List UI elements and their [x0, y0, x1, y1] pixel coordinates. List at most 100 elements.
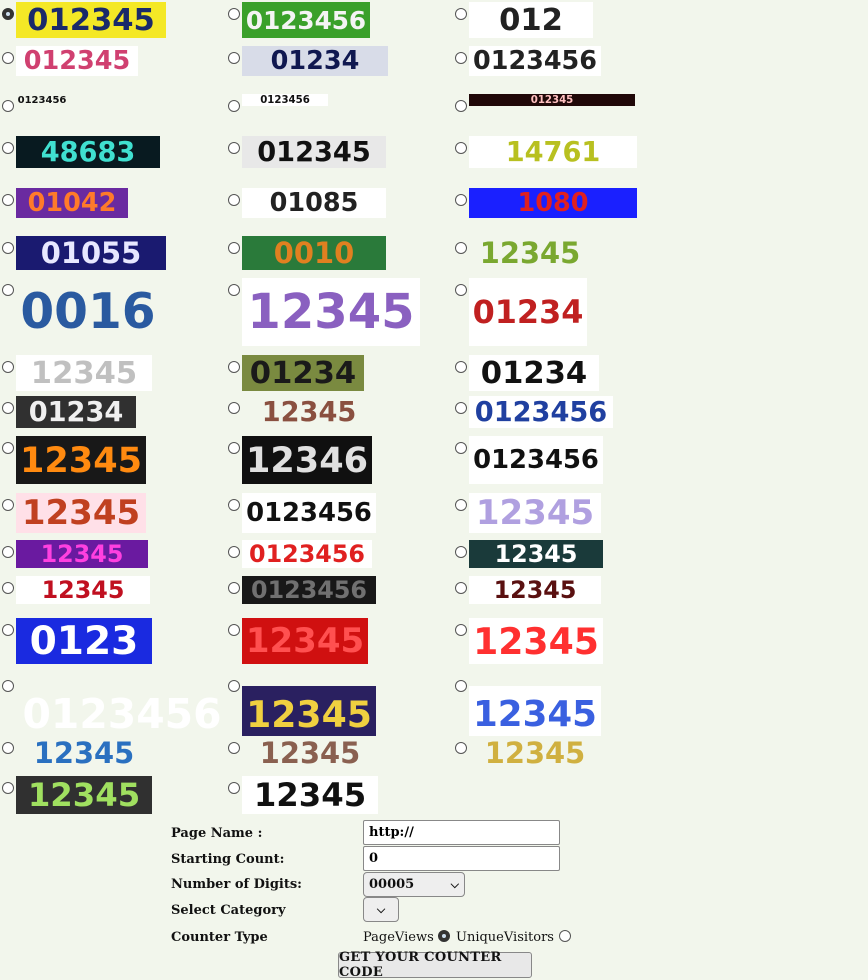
- style-radio[interactable]: [228, 361, 240, 373]
- digits-select[interactable]: 00005 ⌵: [363, 872, 465, 897]
- style-radio[interactable]: [228, 194, 240, 206]
- style-radio[interactable]: [2, 8, 14, 20]
- counter-style-preview[interactable]: 1080: [469, 188, 637, 218]
- style-radio[interactable]: [455, 680, 467, 692]
- style-radio[interactable]: [2, 100, 14, 112]
- style-radio[interactable]: [228, 582, 240, 594]
- counter-style-preview[interactable]: 01234: [469, 278, 587, 346]
- style-radio[interactable]: [228, 742, 240, 754]
- style-radio[interactable]: [2, 242, 14, 254]
- counter-style-preview[interactable]: 12345: [469, 236, 591, 270]
- style-radio[interactable]: [455, 742, 467, 754]
- style-radio[interactable]: [2, 782, 14, 794]
- style-radio[interactable]: [455, 361, 467, 373]
- counter-style-preview[interactable]: 0123456: [469, 396, 613, 428]
- counter-style-preview[interactable]: 01234: [242, 46, 388, 76]
- counter-style-preview[interactable]: 01234: [242, 355, 364, 391]
- style-radio[interactable]: [455, 402, 467, 414]
- counter-style-preview[interactable]: 12345: [242, 618, 368, 664]
- counter-style-preview[interactable]: 14761: [469, 136, 637, 168]
- counter-style-preview[interactable]: 0123456: [469, 436, 603, 484]
- page-name-input[interactable]: [363, 820, 560, 845]
- counter-style-preview[interactable]: 0010: [242, 236, 386, 270]
- style-radio[interactable]: [228, 8, 240, 20]
- style-radio[interactable]: [2, 142, 14, 154]
- style-radio[interactable]: [2, 52, 14, 64]
- style-radio[interactable]: [455, 442, 467, 454]
- style-radio[interactable]: [228, 242, 240, 254]
- style-radio[interactable]: [228, 142, 240, 154]
- counter-style-preview[interactable]: 12345: [469, 686, 601, 742]
- style-radio[interactable]: [2, 742, 14, 754]
- style-radio[interactable]: [2, 402, 14, 414]
- counter-style-preview[interactable]: 0123456: [242, 94, 328, 106]
- counter-style-preview[interactable]: 12345: [16, 576, 150, 604]
- counter-style-preview[interactable]: 0123456: [16, 686, 228, 742]
- counter-style-preview[interactable]: 01042: [16, 188, 128, 218]
- style-radio[interactable]: [455, 194, 467, 206]
- style-radio[interactable]: [228, 499, 240, 511]
- counter-style-preview[interactable]: 0123456: [242, 540, 372, 568]
- style-radio[interactable]: [455, 499, 467, 511]
- counter-style-preview[interactable]: 12345: [469, 493, 601, 533]
- counter-style-preview[interactable]: 0123456: [242, 2, 370, 38]
- counter-style-preview[interactable]: 0123456: [242, 576, 376, 604]
- style-radio[interactable]: [2, 680, 14, 692]
- starting-count-input[interactable]: [363, 846, 560, 871]
- counter-style-preview[interactable]: 012345: [16, 46, 138, 76]
- style-radio[interactable]: [228, 782, 240, 794]
- counter-style-preview[interactable]: 0016: [16, 278, 160, 346]
- counter-style-preview[interactable]: 12345: [469, 576, 601, 604]
- counter-style-preview[interactable]: 48683: [16, 136, 160, 168]
- counter-style-preview[interactable]: 12345: [242, 396, 376, 428]
- style-radio[interactable]: [455, 52, 467, 64]
- counter-style-preview[interactable]: 01085: [242, 188, 386, 218]
- counter-style-preview[interactable]: 01234: [469, 355, 599, 391]
- counter-style-preview[interactable]: 012345: [469, 94, 635, 106]
- style-radio[interactable]: [228, 284, 240, 296]
- style-radio[interactable]: [455, 8, 467, 20]
- counter-style-preview[interactable]: 012345: [16, 2, 166, 38]
- counter-style-preview[interactable]: 0123456: [242, 493, 376, 533]
- style-radio[interactable]: [228, 624, 240, 636]
- style-radio[interactable]: [228, 442, 240, 454]
- counter-style-preview[interactable]: 12345: [242, 686, 376, 742]
- counter-style-preview[interactable]: 12345: [469, 540, 603, 568]
- style-radio[interactable]: [2, 361, 14, 373]
- counter-style-preview[interactable]: 12345: [242, 776, 378, 814]
- counter-style-preview[interactable]: 12345: [16, 736, 152, 770]
- counter-style-preview[interactable]: 12345: [242, 736, 378, 770]
- pageviews-radio[interactable]: [438, 930, 450, 942]
- counter-style-preview[interactable]: 0123: [16, 618, 152, 664]
- style-radio[interactable]: [2, 499, 14, 511]
- counter-style-preview[interactable]: 12345: [16, 355, 152, 391]
- style-radio[interactable]: [228, 402, 240, 414]
- style-radio[interactable]: [455, 284, 467, 296]
- counter-style-preview[interactable]: 012: [469, 2, 593, 38]
- style-radio[interactable]: [2, 194, 14, 206]
- style-radio[interactable]: [228, 52, 240, 64]
- counter-style-preview[interactable]: 12345: [16, 436, 146, 484]
- style-radio[interactable]: [228, 100, 240, 112]
- style-radio[interactable]: [228, 546, 240, 558]
- counter-style-preview[interactable]: 01055: [16, 236, 166, 270]
- style-radio[interactable]: [455, 142, 467, 154]
- style-radio[interactable]: [455, 546, 467, 558]
- get-counter-code-button[interactable]: GET YOUR COUNTER CODE: [338, 950, 532, 980]
- style-radio[interactable]: [2, 624, 14, 636]
- style-radio[interactable]: [2, 442, 14, 454]
- counter-style-preview[interactable]: 12346: [242, 436, 372, 484]
- style-radio[interactable]: [228, 680, 240, 692]
- counter-style-preview[interactable]: 12345: [469, 736, 601, 770]
- counter-style-preview[interactable]: 0123456: [469, 46, 601, 76]
- style-radio[interactable]: [455, 624, 467, 636]
- style-radio[interactable]: [2, 546, 14, 558]
- style-radio[interactable]: [455, 582, 467, 594]
- style-radio[interactable]: [455, 100, 467, 112]
- counter-style-preview[interactable]: 0123456: [16, 94, 68, 106]
- counter-style-preview[interactable]: 12345: [16, 776, 152, 814]
- counter-style-preview[interactable]: 12345: [469, 618, 603, 664]
- counter-style-preview[interactable]: 12345: [242, 278, 420, 346]
- counter-style-preview[interactable]: 012345: [242, 136, 386, 168]
- counter-style-preview[interactable]: 01234: [16, 396, 136, 428]
